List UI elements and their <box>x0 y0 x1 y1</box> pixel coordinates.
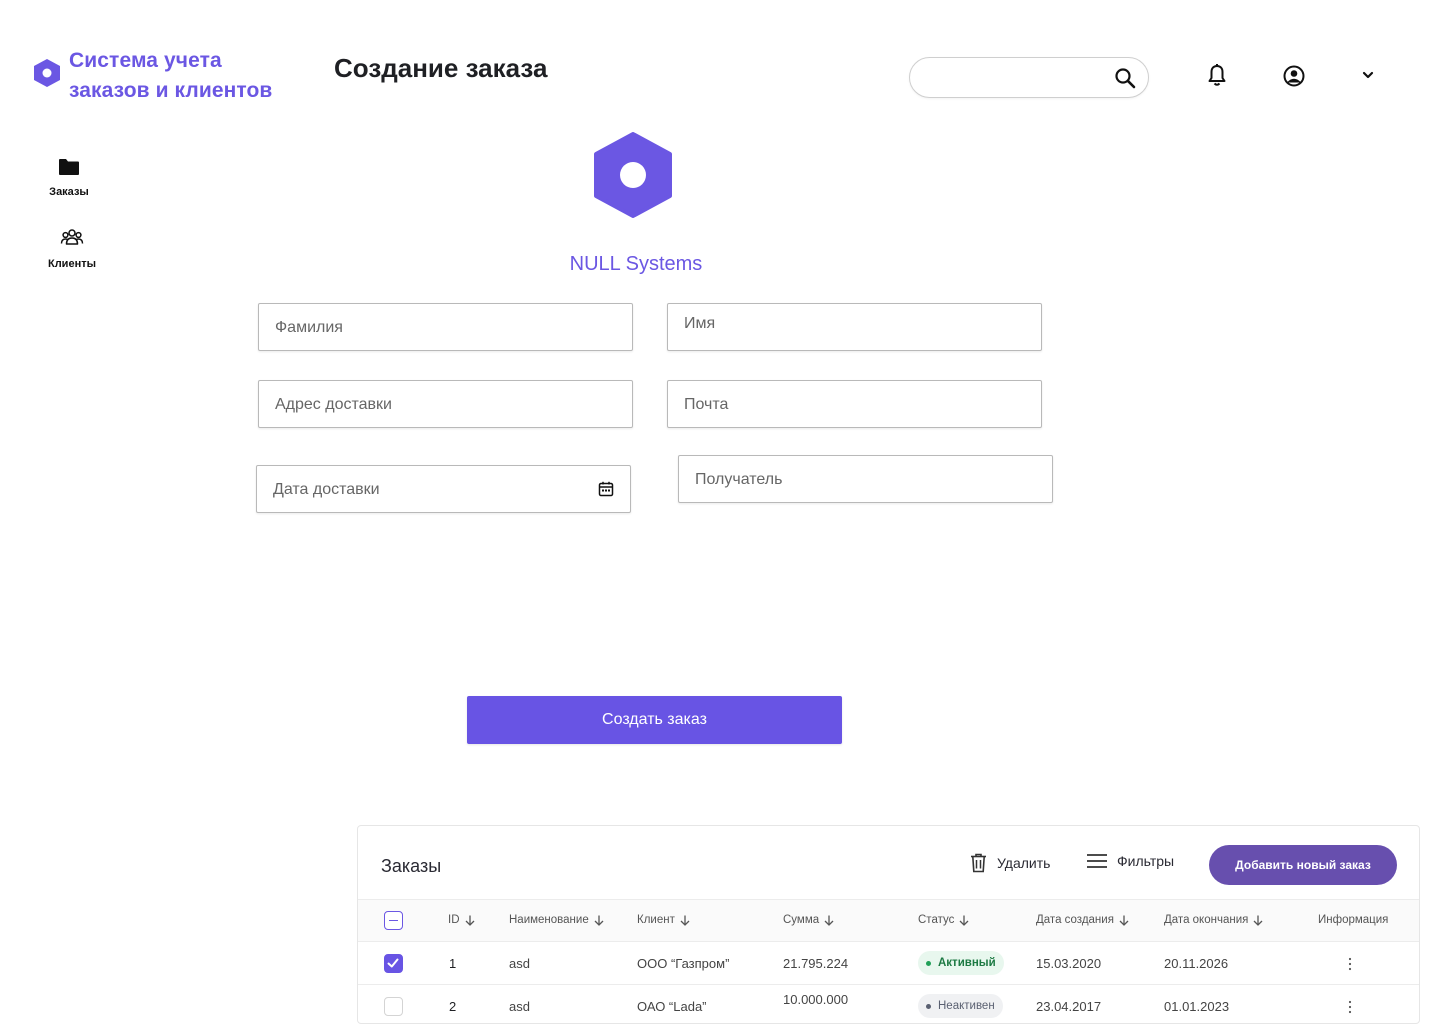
delivery-date-input[interactable] <box>273 478 573 502</box>
column-header-name[interactable]: Наименование <box>509 914 604 926</box>
app-title: Система учета заказов и клиентов <box>69 46 272 106</box>
email-field[interactable] <box>667 380 1042 428</box>
cell-created: 15.03.2020 <box>1036 956 1102 971</box>
status-badge: Активный <box>918 951 1004 975</box>
cell-sum: 21.795.224 <box>783 956 849 971</box>
first-name-input[interactable] <box>684 312 984 336</box>
arrow-down-icon <box>680 915 690 926</box>
cell-id: 2 <box>449 999 457 1014</box>
app-title-line2: заказов и клиентов <box>69 79 273 102</box>
row-checkbox[interactable] <box>384 997 403 1016</box>
column-header-id[interactable]: ID <box>448 914 475 926</box>
cell-ends: 20.11.2026 <box>1164 956 1229 971</box>
cell-id: 1 <box>449 956 457 971</box>
column-header-label: ID <box>448 914 460 926</box>
column-header-label: Клиент <box>637 914 675 926</box>
create-order-button[interactable]: Создать заказ <box>467 696 842 744</box>
user-circle-icon[interactable] <box>1283 65 1305 87</box>
sidebar-item-label: Клиенты <box>47 258 96 270</box>
cell-name: asd <box>509 956 530 971</box>
recipient-field[interactable] <box>678 455 1053 503</box>
calendar-icon[interactable] <box>598 481 614 497</box>
users-icon <box>60 229 84 245</box>
column-header-label: Информация <box>1318 914 1389 926</box>
folder-icon <box>59 159 79 175</box>
table-header: ID Наименование Клиент Сумма Статус Дата… <box>358 899 1419 942</box>
column-header-label: Сумма <box>783 914 820 926</box>
table-row[interactable]: 1 asd ООО “Газпром” 21.795.224 Активный … <box>358 942 1419 985</box>
column-header-label: Наименование <box>509 914 589 926</box>
app-brand[interactable]: Система учета заказов и клиентов <box>33 46 272 106</box>
status-badge: Неактивен <box>918 994 1003 1018</box>
arrow-down-icon <box>465 915 474 926</box>
search-box[interactable] <box>909 57 1149 98</box>
delete-button[interactable]: Удалить <box>970 853 1050 873</box>
arrow-down-icon <box>824 915 834 926</box>
recipient-input[interactable] <box>695 468 995 492</box>
email-input[interactable] <box>684 393 984 417</box>
last-name-input[interactable] <box>275 316 575 340</box>
delete-label: Удалить <box>997 855 1051 871</box>
row-checkbox[interactable] <box>384 954 403 973</box>
chevron-down-icon[interactable] <box>1361 69 1375 81</box>
column-header-sum[interactable]: Сумма <box>783 914 834 926</box>
column-header-label: Дата окончания <box>1164 914 1249 926</box>
add-order-button[interactable]: Добавить новый заказ <box>1209 845 1397 885</box>
bell-icon[interactable] <box>1206 63 1228 87</box>
first-name-field[interactable] <box>667 303 1042 351</box>
hexagon-logo-icon <box>34 59 60 87</box>
column-header-client[interactable]: Клиент <box>637 914 690 926</box>
filters-label: Фильтры <box>1117 853 1175 869</box>
search-input[interactable] <box>924 66 1114 90</box>
arrow-down-icon <box>1253 915 1263 926</box>
menu-lines-icon <box>1087 854 1107 868</box>
search-icon[interactable] <box>1114 67 1136 89</box>
column-header-created[interactable]: Дата создания <box>1036 914 1129 926</box>
trash-icon <box>971 853 986 873</box>
cell-client: ОАО “Lada” <box>637 999 707 1014</box>
delivery-address-field[interactable] <box>258 380 633 428</box>
column-header-label: Статус <box>918 914 955 926</box>
arrow-down-icon <box>959 915 969 926</box>
orders-panel: Заказы Удалить Фильтры Добавить новый за… <box>357 825 1420 1024</box>
cell-sum: 10.000.000 <box>783 992 849 1007</box>
arrow-down-icon <box>594 915 604 926</box>
delivery-address-input[interactable] <box>275 393 575 417</box>
sidebar-item-label: Заказы <box>49 186 89 198</box>
sidebar-item-orders[interactable]: Заказы <box>40 158 98 198</box>
column-header-label: Дата создания <box>1036 914 1114 926</box>
filters-button[interactable]: Фильтры <box>1087 853 1174 869</box>
sidebar-item-clients[interactable]: Клиенты <box>40 228 104 270</box>
app-title-line1: Система учета <box>69 49 222 72</box>
last-name-field[interactable] <box>258 303 633 351</box>
column-header-info: Информация <box>1318 914 1388 926</box>
more-vertical-icon[interactable] <box>1346 956 1354 972</box>
cell-name: asd <box>509 999 530 1014</box>
cell-created: 23.04.2017 <box>1036 999 1102 1014</box>
table-row[interactable]: 2 asd ОАО “Lada” 10.000.000 Неактивен 23… <box>358 985 1419 1024</box>
more-vertical-icon[interactable] <box>1346 999 1354 1015</box>
page-title: Создание заказа <box>334 53 548 83</box>
orders-panel-title: Заказы <box>381 856 442 876</box>
hexagon-logo-icon <box>594 132 672 218</box>
cell-client: ООО “Газпром” <box>637 956 730 971</box>
select-all-checkbox[interactable] <box>384 911 403 930</box>
arrow-down-icon <box>1119 915 1129 926</box>
cell-ends: 01.01.2023 <box>1164 999 1230 1014</box>
column-header-ends[interactable]: Дата окончания <box>1164 914 1263 926</box>
company-name: NULL Systems <box>569 253 703 275</box>
column-header-status[interactable]: Статус <box>918 914 969 926</box>
delivery-date-field[interactable] <box>256 465 631 513</box>
check-icon <box>387 958 399 968</box>
